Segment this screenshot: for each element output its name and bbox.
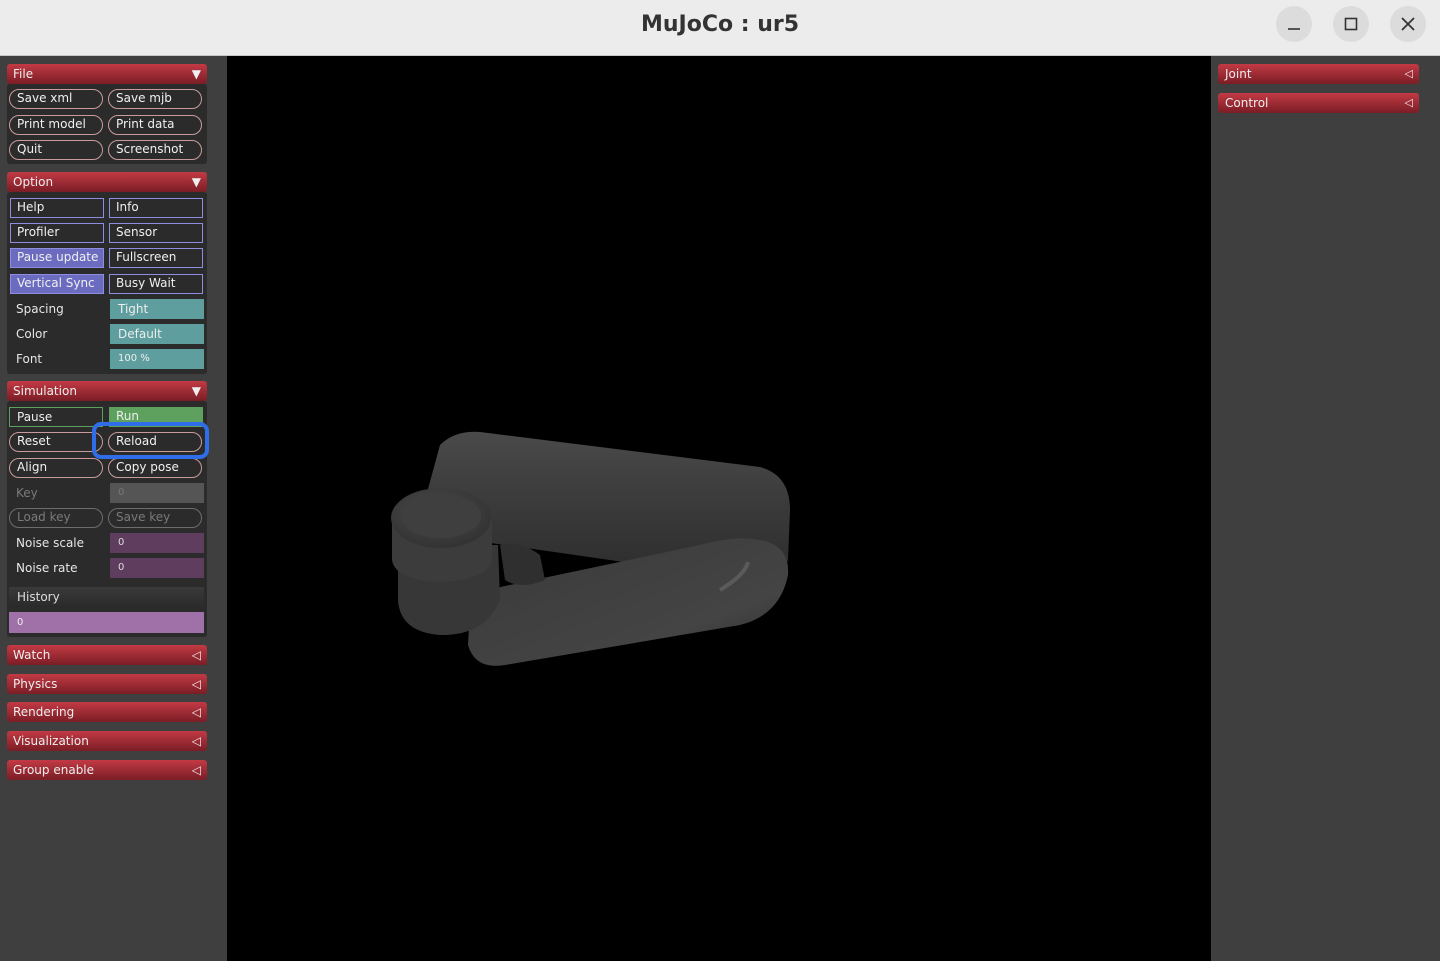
- noise-rate-label: Noise rate: [16, 561, 78, 575]
- maximize-icon: [1344, 17, 1358, 31]
- fullscreen-toggle[interactable]: Fullscreen: [109, 248, 203, 268]
- control-section-header[interactable]: Control ◁: [1218, 93, 1419, 113]
- color-label: Color: [16, 327, 48, 341]
- expanded-arrow-icon: ▼: [191, 67, 201, 81]
- pause-radio[interactable]: Pause: [9, 407, 103, 427]
- window-title: MuJoCo : ur5: [640, 12, 800, 37]
- minimize-icon: [1288, 28, 1300, 30]
- save-xml-button[interactable]: Save xml: [9, 89, 103, 109]
- collapsed-arrow-icon: ◁: [191, 705, 201, 719]
- spacing-select[interactable]: Tight: [110, 299, 204, 319]
- sensor-toggle[interactable]: Sensor: [109, 223, 203, 243]
- collapsed-arrow-icon: ◁: [1404, 96, 1413, 109]
- right-panel: [1211, 56, 1440, 961]
- align-button[interactable]: Align: [9, 458, 103, 478]
- option-section-title: Option: [13, 175, 54, 189]
- print-data-button[interactable]: Print data: [108, 115, 202, 135]
- joint-section-header[interactable]: Joint ◁: [1218, 64, 1419, 84]
- pause-update-toggle[interactable]: Pause update: [10, 248, 104, 268]
- spacing-label: Spacing: [16, 302, 64, 316]
- watch-section-header[interactable]: Watch ◁: [7, 645, 207, 665]
- noise-scale-label: Noise scale: [16, 536, 85, 550]
- profiler-toggle[interactable]: Profiler: [10, 223, 104, 243]
- collapsed-arrow-icon: ◁: [191, 648, 201, 662]
- visualization-section-title: Visualization: [13, 734, 89, 748]
- copy-pose-button[interactable]: Copy pose: [108, 458, 202, 478]
- quit-button[interactable]: Quit: [9, 140, 103, 160]
- option-section-header[interactable]: Option ▼: [7, 172, 207, 192]
- run-radio[interactable]: Run: [109, 407, 203, 427]
- title-bar: MuJoCo : ur5: [0, 0, 1440, 56]
- watch-section-title: Watch: [13, 648, 51, 662]
- print-model-button[interactable]: Print model: [9, 115, 103, 135]
- expanded-arrow-icon: ▼: [191, 384, 201, 398]
- collapsed-arrow-icon: ◁: [191, 677, 201, 691]
- vertical-sync-toggle[interactable]: Vertical Sync: [10, 274, 104, 294]
- reset-button[interactable]: Reset: [9, 432, 103, 452]
- collapsed-arrow-icon: ◁: [191, 763, 201, 777]
- physics-section-header[interactable]: Physics ◁: [7, 674, 207, 694]
- load-key-button[interactable]: Load key: [9, 508, 103, 528]
- file-section-title: File: [13, 67, 34, 81]
- simulation-section-title: Simulation: [13, 384, 77, 398]
- group-enable-section-header[interactable]: Group enable ◁: [7, 760, 207, 780]
- group-enable-section-title: Group enable: [13, 763, 95, 777]
- collapsed-arrow-icon: ◁: [191, 734, 201, 748]
- rendering-section-title: Rendering: [13, 705, 75, 719]
- maximize-button[interactable]: [1333, 6, 1369, 42]
- help-toggle[interactable]: Help: [10, 198, 104, 218]
- close-button[interactable]: [1390, 6, 1426, 42]
- control-section-title: Control: [1225, 96, 1269, 110]
- noise-scale-field[interactable]: 0: [110, 533, 204, 553]
- collapsed-arrow-icon: ◁: [1404, 67, 1413, 80]
- joint-section-title: Joint: [1225, 67, 1252, 81]
- key-label: Key: [16, 486, 38, 500]
- 3d-viewport[interactable]: [227, 56, 1211, 961]
- noise-rate-field[interactable]: 0: [110, 558, 204, 578]
- reload-button[interactable]: Reload: [108, 432, 202, 452]
- expanded-arrow-icon: ▼: [191, 175, 201, 189]
- history-slider[interactable]: 0: [9, 612, 204, 633]
- physics-section-title: Physics: [13, 677, 58, 691]
- rendering-section-header[interactable]: Rendering ◁: [7, 702, 207, 722]
- color-select[interactable]: Default: [110, 324, 204, 344]
- save-key-button[interactable]: Save key: [108, 508, 202, 528]
- key-field[interactable]: 0: [110, 483, 204, 503]
- font-label: Font: [16, 352, 43, 366]
- info-toggle[interactable]: Info: [109, 198, 203, 218]
- minimize-button[interactable]: [1276, 6, 1312, 42]
- file-section-header[interactable]: File ▼: [7, 64, 207, 84]
- font-select[interactable]: 100 %: [110, 349, 204, 369]
- ur5-robot-arm: [391, 431, 790, 666]
- simulation-section-header[interactable]: Simulation ▼: [7, 381, 207, 401]
- history-label: History: [9, 587, 204, 607]
- screenshot-button[interactable]: Screenshot: [108, 140, 202, 160]
- close-icon: [1401, 17, 1415, 31]
- busy-wait-toggle[interactable]: Busy Wait: [109, 274, 203, 294]
- save-mjb-button[interactable]: Save mjb: [108, 89, 202, 109]
- visualization-section-header[interactable]: Visualization ◁: [7, 731, 207, 751]
